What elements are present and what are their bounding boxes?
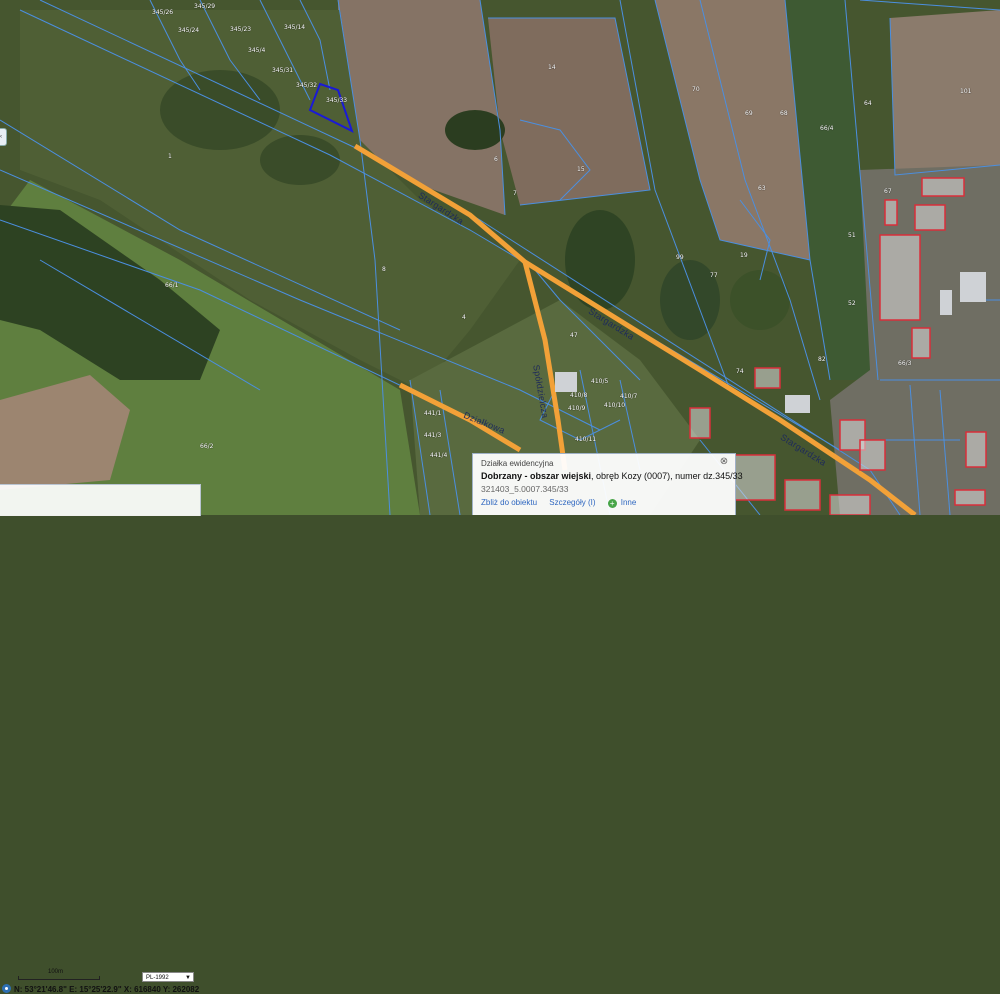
parcel-label[interactable]: 74 <box>736 368 744 375</box>
parcel-label[interactable]: 69 <box>745 110 753 117</box>
parcel-label[interactable]: 410/11 <box>575 436 596 443</box>
parcel-label[interactable]: 441/1 <box>424 410 441 417</box>
parcel-label[interactable]: 410/5 <box>591 378 608 385</box>
parcel-label[interactable]: 410/8 <box>570 392 587 399</box>
parcel-label[interactable]: 8 <box>382 266 386 273</box>
parcel-label[interactable]: 441/3 <box>424 432 441 439</box>
chevron-down-icon: ▼ <box>185 975 191 981</box>
parcel-label[interactable]: 82 <box>818 356 826 363</box>
parcel-label[interactable]: 7 <box>513 190 517 197</box>
parcel-label[interactable]: 345/14 <box>284 24 305 31</box>
parcel-label[interactable]: 6 <box>494 156 498 163</box>
parcel-identifier: 321403_5.0007.345/33 <box>481 484 569 494</box>
parcel-label[interactable]: 410/7 <box>620 393 637 400</box>
field-far-east <box>890 10 1000 175</box>
close-icon[interactable]: ⊗ <box>719 457 729 467</box>
popup-actions: Zbliż do obiektu Szczegóły (I) + Inne <box>481 498 727 508</box>
parcel-label[interactable]: 63 <box>758 185 766 192</box>
parcel-label[interactable]: 410/10 <box>604 402 625 409</box>
parcel-label[interactable]: 77 <box>710 272 718 279</box>
parcel-label[interactable]: 67 <box>884 188 892 195</box>
crs-select[interactable]: PL-1992 ▼ <box>142 972 194 982</box>
scale-bar: 100m <box>18 969 100 980</box>
parcel-label[interactable]: 1 <box>168 153 172 160</box>
zoom-to-object-link[interactable]: Zbliż do obiektu <box>481 498 537 507</box>
more-link[interactable]: Inne <box>621 498 637 507</box>
parcel-label[interactable]: 66/3 <box>898 360 911 367</box>
parcel-label[interactable]: 345/26 <box>152 9 173 16</box>
parcel-label[interactable]: 441/4 <box>430 452 447 459</box>
parcel-label[interactable]: 66/1 <box>165 282 178 289</box>
parcel-label[interactable]: 52 <box>848 300 856 307</box>
parcel-label[interactable]: 345/4 <box>248 47 265 54</box>
parcel-label[interactable]: 345/29 <box>194 3 215 10</box>
parcel-label[interactable]: 345/33 <box>326 97 347 104</box>
parcel-label[interactable]: 410/9 <box>568 405 585 412</box>
scale-label: 100m <box>48 969 64 975</box>
crosshair-icon <box>2 984 11 993</box>
details-link[interactable]: Szczegóły (I) <box>549 498 595 507</box>
parcel-label[interactable]: 99 <box>676 254 684 261</box>
coordinate-readout: N: 53°21'46.8" E: 15°25'22.9" X: 616840 … <box>2 984 199 994</box>
parcel-label[interactable]: 66/2 <box>200 443 213 450</box>
side-panel-toggle[interactable]: ‹ <box>0 128 7 146</box>
parcel-label[interactable]: 15 <box>577 166 585 173</box>
parcel-label[interactable]: 47 <box>570 332 578 339</box>
parcel-info-popup: Działka ewidencyjna ⊗ Dobrzany - obszar … <box>472 453 743 515</box>
parcel-label[interactable]: 345/31 <box>272 67 293 74</box>
parcel-label[interactable]: 345/24 <box>178 27 199 34</box>
parcel-label[interactable]: 14 <box>548 64 556 71</box>
popup-header: Działka ewidencyjna <box>481 459 554 468</box>
plus-icon[interactable]: + <box>607 499 617 508</box>
orthophoto-map[interactable] <box>0 0 1000 515</box>
parcel-label[interactable]: 64 <box>864 100 872 107</box>
parcel-label[interactable]: 101 <box>960 88 971 95</box>
parcel-title: Dobrzany - obszar wiejski, obręb Kozy (0… <box>481 471 743 481</box>
parcel-label[interactable]: 4 <box>462 314 466 321</box>
parcel-label[interactable]: 345/23 <box>230 26 251 33</box>
parcel-label[interactable]: 66/4 <box>820 125 833 132</box>
parcel-label[interactable]: 345/32 <box>296 82 317 89</box>
parcel-label[interactable]: 68 <box>780 110 788 117</box>
parcel-label[interactable]: 19 <box>740 252 748 259</box>
coordinate-panel: 100m PL-1992 ▼ N: 53°21'46.8" E: 15°25'2… <box>0 484 201 994</box>
parcel-label[interactable]: 70 <box>692 86 700 93</box>
parcel-label[interactable]: 51 <box>848 232 856 239</box>
